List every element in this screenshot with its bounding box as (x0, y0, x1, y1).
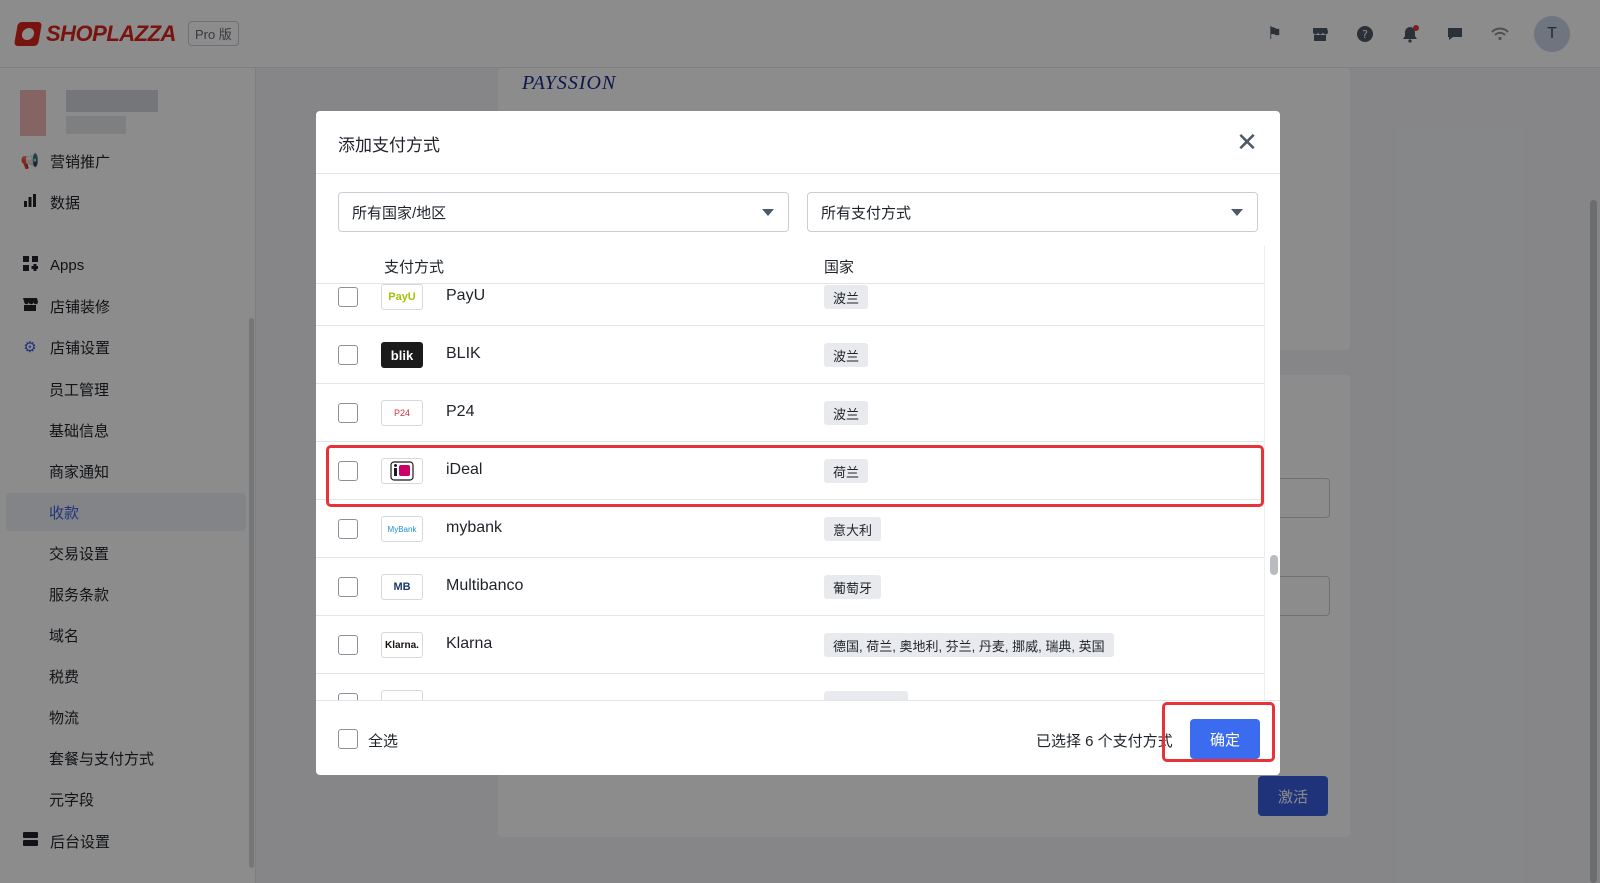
country-tag: 波兰 (824, 401, 869, 425)
multibanco-logo: MB (381, 574, 423, 600)
dialog-title: 添加支付方式 (338, 136, 440, 155)
table-row[interactable]: MyBank mybank 意大利 (316, 500, 1264, 558)
add-payment-method-dialog: 添加支付方式 ✕ 所有国家/地区 所有支付方式 支付方式 国家 PayU Pay… (316, 111, 1280, 775)
highlight-confirm-button (1162, 702, 1275, 762)
close-icon[interactable]: ✕ (1232, 127, 1262, 157)
blik-logo: blik (381, 342, 423, 368)
payment-method-name: BLIK (446, 345, 481, 362)
country-tag: 波兰 (824, 285, 869, 309)
row-checkbox[interactable] (338, 345, 358, 365)
table-row[interactable]: MB Multibanco 葡萄牙 (316, 558, 1264, 616)
list-scrollbar-thumb[interactable] (1270, 555, 1278, 575)
row-checkbox[interactable] (338, 287, 358, 307)
table-row[interactable]: blik BLIK 波兰 (316, 326, 1264, 384)
payment-method-filter-select[interactable]: 所有支付方式 (807, 192, 1258, 232)
chevron-down-icon (1231, 209, 1243, 216)
row-checkbox[interactable] (338, 577, 358, 597)
country-tag: 意大利 (824, 517, 882, 541)
table-scroll-track (1264, 246, 1265, 700)
payment-logo (381, 690, 423, 700)
p24-logo: P24 (381, 400, 423, 426)
selected-count-text: 已选择 6 个支付方式 (1036, 733, 1173, 750)
payment-method-name: Multibanco (446, 577, 524, 594)
payu-logo: PayU (381, 284, 423, 310)
payment-method-name: mybank (446, 519, 503, 536)
select-all-label[interactable]: 全选 (368, 730, 398, 751)
country-tag: 德国, 荷兰, 奥地利, 芬兰, 丹麦, 挪威, 瑞典, 英国 (824, 633, 1114, 657)
table-row[interactable]: Klarna. Klarna 德国, 荷兰, 奥地利, 芬兰, 丹麦, 挪威, … (316, 616, 1264, 674)
payment-method-name: Klarna (446, 635, 493, 652)
dialog-footer: 全选 已选择 6 个支付方式 确定 (316, 700, 1280, 775)
dialog-header: 添加支付方式 ✕ (316, 111, 1280, 174)
row-checkbox[interactable] (338, 519, 358, 539)
payment-method-name: P24 (446, 403, 475, 420)
klarna-logo: Klarna. (381, 632, 423, 658)
country-tag: 葡萄牙 (824, 575, 882, 599)
payment-method-filter-value: 所有支付方式 (821, 204, 912, 222)
highlight-ideal-row (326, 445, 1264, 507)
payment-method-name: PayU (446, 287, 486, 304)
column-header-country: 国家 (824, 259, 855, 276)
country-filter-value: 所有国家/地区 (352, 204, 447, 222)
country-tag (824, 691, 908, 700)
country-filter-select[interactable]: 所有国家/地区 (338, 192, 789, 232)
table-row-partial[interactable] (316, 674, 1264, 700)
select-all-checkbox[interactable] (338, 729, 358, 749)
row-checkbox[interactable] (338, 693, 358, 700)
table-header: 支付方式 国家 (316, 246, 1264, 284)
row-checkbox[interactable] (338, 635, 358, 655)
chevron-down-icon (762, 209, 774, 216)
mybank-logo: MyBank (381, 516, 423, 542)
column-header-method: 支付方式 (384, 259, 445, 276)
country-tag: 波兰 (824, 343, 869, 367)
row-checkbox[interactable] (338, 403, 358, 423)
table-row[interactable]: PayU PayU 波兰 (316, 284, 1264, 326)
table-row[interactable]: P24 P24 波兰 (316, 384, 1264, 442)
